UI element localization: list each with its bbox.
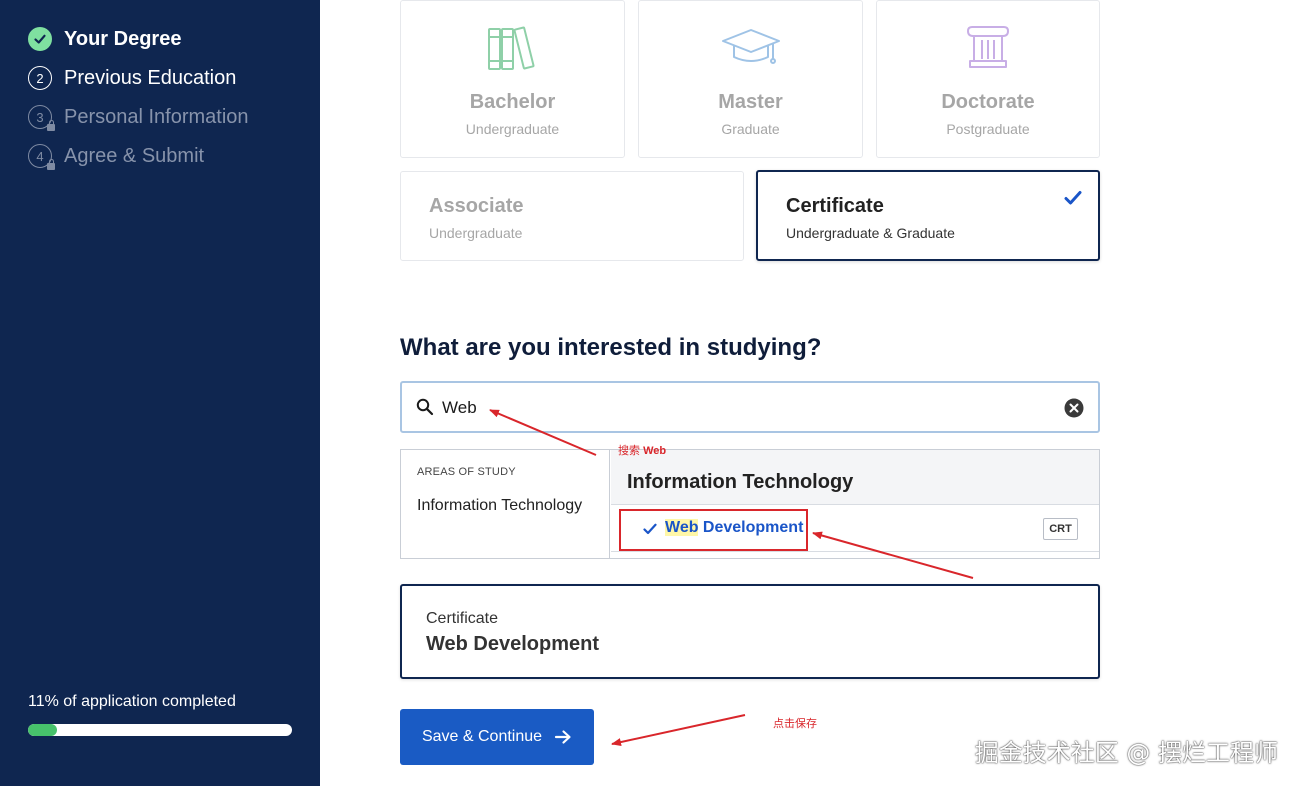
column-icon bbox=[967, 26, 1009, 68]
lock-icon bbox=[47, 159, 55, 170]
annotation-arrow-save bbox=[611, 714, 746, 746]
step-number-badge: 3 bbox=[28, 105, 55, 131]
area-item[interactable]: Information Technology bbox=[417, 497, 582, 515]
step-complete-badge bbox=[28, 27, 52, 51]
programs-header: Information Technology bbox=[611, 450, 1099, 505]
step-label: Previous Education bbox=[64, 66, 237, 89]
degree-subtitle: Undergraduate bbox=[465, 121, 560, 137]
watermark: 掘金技术社区 @ 摆烂工程师 bbox=[974, 739, 1278, 767]
areas-header: AREAS OF STUDY bbox=[417, 466, 516, 478]
degree-title: Doctorate bbox=[941, 91, 1035, 113]
degree-card-master[interactable]: Master Graduate bbox=[638, 0, 863, 158]
programs-header-title: Information Technology bbox=[627, 471, 854, 493]
degree-card-associate[interactable]: Associate Undergraduate bbox=[400, 171, 744, 261]
program-row-web-development[interactable]: Web Development CRT bbox=[611, 506, 1099, 552]
degree-title: Certificate bbox=[786, 195, 884, 217]
step-number: 4 bbox=[36, 148, 44, 164]
degree-card-bachelor[interactable]: Bachelor Undergraduate bbox=[400, 0, 625, 158]
lock-icon bbox=[47, 120, 55, 131]
study-question-heading: What are you interested in studying? bbox=[400, 334, 822, 361]
step-number-badge: 2 bbox=[28, 66, 52, 90]
step-label: Agree & Submit bbox=[64, 144, 205, 167]
step-your-degree[interactable]: Your Degree bbox=[28, 24, 181, 54]
degree-title: Bachelor bbox=[469, 91, 556, 113]
clear-icon[interactable] bbox=[1064, 398, 1084, 418]
check-icon bbox=[34, 34, 46, 44]
save-continue-button[interactable]: Save & Continue bbox=[400, 709, 594, 765]
progress-bar bbox=[28, 724, 292, 736]
areas-of-study-column: AREAS OF STUDY Information Technology bbox=[401, 450, 610, 558]
annotation-search-term: Web bbox=[643, 445, 667, 457]
step-agree-submit: 4 Agree & Submit bbox=[28, 141, 204, 171]
progress-text: 11% of application completed bbox=[28, 693, 236, 710]
check-icon bbox=[643, 523, 657, 535]
study-search-input[interactable] bbox=[442, 395, 1042, 421]
programs-column: Information Technology Web Development C… bbox=[611, 450, 1099, 558]
step-personal-information: 3 Personal Information bbox=[28, 102, 249, 132]
degree-subtitle: Undergraduate & Graduate bbox=[786, 225, 955, 241]
step-label: Your Degree bbox=[64, 27, 182, 50]
progress-bar-fill bbox=[28, 724, 58, 736]
degree-title: Associate bbox=[429, 195, 524, 217]
annotation-search-note: 搜索 Web bbox=[618, 442, 666, 458]
step-previous-education[interactable]: 2 Previous Education bbox=[28, 63, 236, 93]
degree-title: Master bbox=[718, 91, 783, 113]
books-icon bbox=[487, 26, 534, 70]
degree-card-doctorate[interactable]: Doctorate Postgraduate bbox=[876, 0, 1100, 158]
annotation-save-note: 点击保存 bbox=[773, 718, 817, 730]
step-label: Personal Information bbox=[64, 105, 249, 128]
degree-subtitle: Postgraduate bbox=[946, 121, 1030, 137]
degree-card-certificate[interactable]: Certificate Undergraduate & Graduate bbox=[756, 170, 1100, 261]
selected-program-card: Certificate Web Development bbox=[400, 584, 1100, 679]
graduation-cap-icon bbox=[721, 29, 780, 64]
step-number-badge: 4 bbox=[28, 144, 55, 170]
search-icon bbox=[416, 398, 434, 416]
annotation-search-prefix: 搜索 bbox=[618, 445, 640, 457]
sidebar: Your Degree 2 Previous Education 3 Perso… bbox=[0, 0, 320, 786]
selected-program-type: Certificate bbox=[426, 610, 499, 627]
study-search-box[interactable] bbox=[400, 381, 1100, 433]
step-number: 3 bbox=[36, 109, 44, 125]
arrow-right-icon bbox=[554, 730, 571, 744]
save-continue-label: Save & Continue bbox=[421, 728, 543, 745]
degree-subtitle: Graduate bbox=[721, 121, 780, 137]
selected-program-name: Web Development bbox=[426, 633, 599, 655]
search-results-panel: AREAS OF STUDY Information Technology In… bbox=[400, 449, 1100, 559]
program-name: Web Development bbox=[665, 519, 803, 537]
degree-subtitle: Undergraduate bbox=[429, 225, 523, 241]
search-match-highlight: Web bbox=[665, 519, 699, 536]
check-icon bbox=[1064, 191, 1082, 205]
program-type-badge: CRT bbox=[1043, 518, 1078, 540]
program-name-rest: Development bbox=[698, 519, 804, 536]
